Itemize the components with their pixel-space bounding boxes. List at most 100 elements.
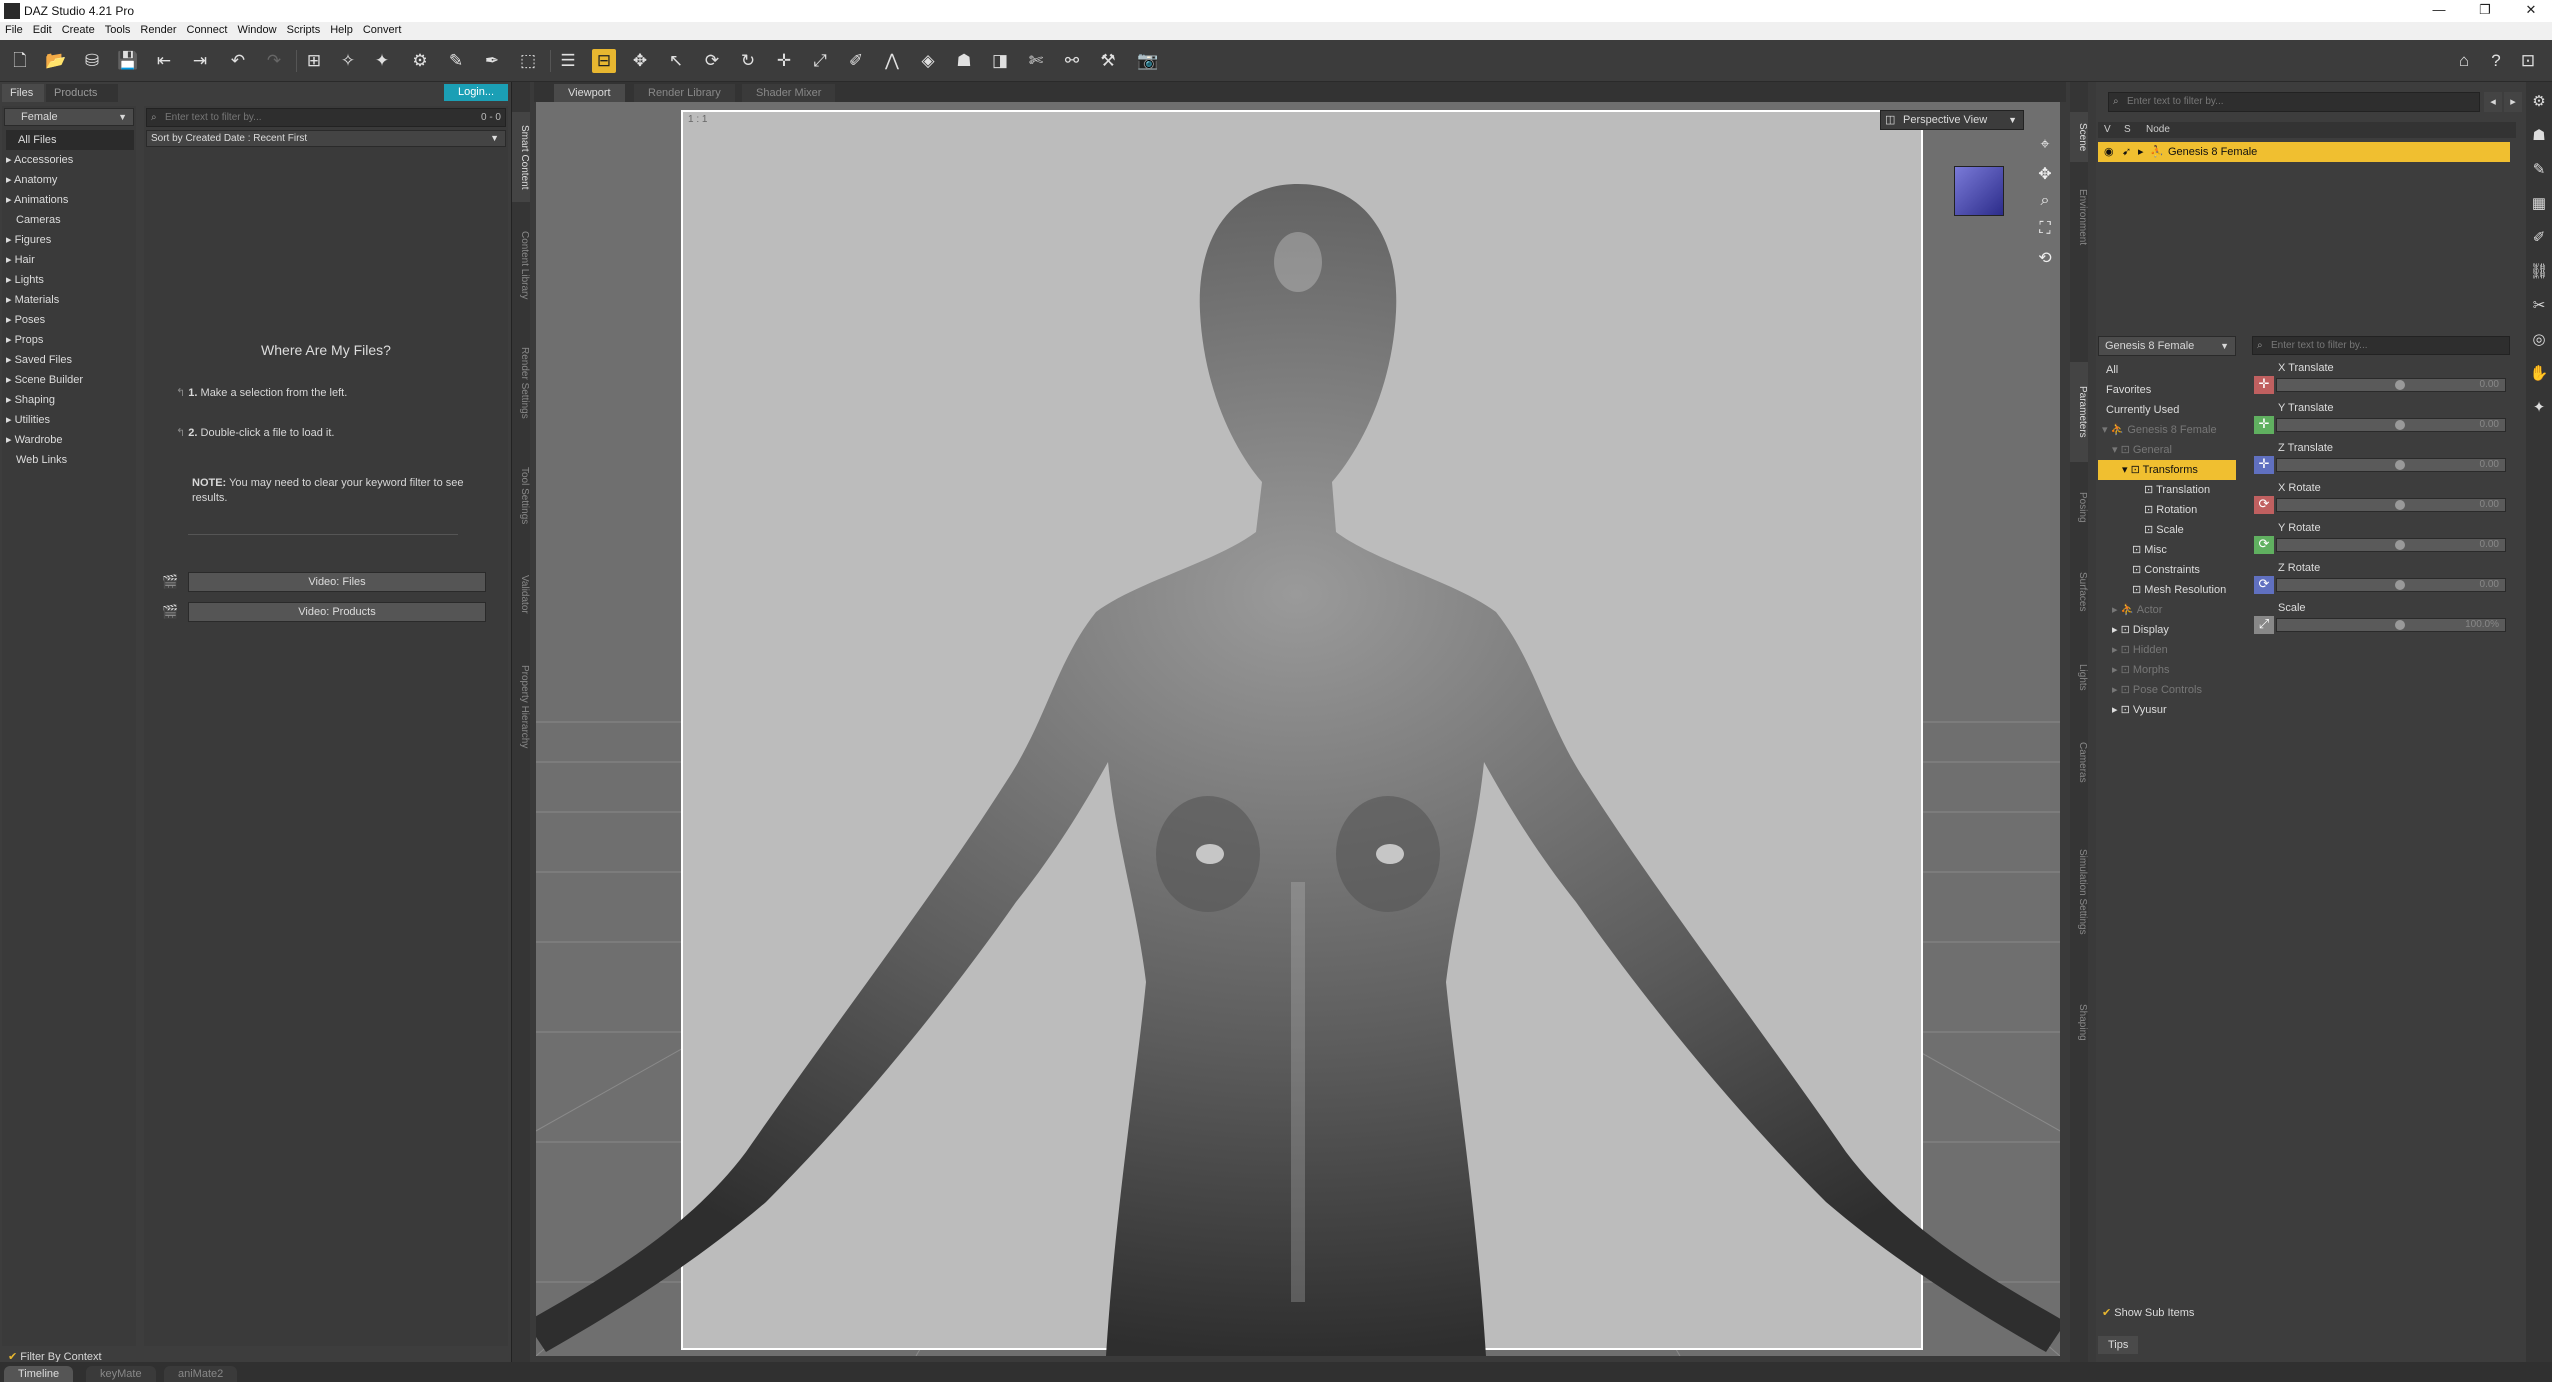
geometry-editor-icon[interactable]: ✒ [480, 49, 504, 73]
param-tree-item[interactable]: ▸ ⊡ Display [2098, 620, 2236, 640]
category-item[interactable]: ▸ Materials [6, 290, 134, 310]
universal-tool-icon[interactable]: ✥ [628, 49, 652, 73]
param-tree-item[interactable]: ⊡ Constraints [2098, 560, 2236, 580]
bone-tool-icon[interactable]: ✄ [1024, 49, 1048, 73]
tab-lights[interactable]: Lights [2070, 642, 2088, 712]
param-tree-item[interactable]: ⊡ Scale [2098, 520, 2236, 540]
region-icon[interactable]: ⬚ [516, 49, 540, 73]
menu-edit[interactable]: Edit [28, 22, 57, 38]
figure-tool-icon[interactable]: ☗ [952, 49, 976, 73]
export-icon[interactable]: ⇥ [188, 49, 212, 73]
eye-icon[interactable]: ◉ [2104, 142, 2114, 162]
settings-icon[interactable]: ✦ [2528, 398, 2550, 420]
tab-keymate[interactable]: keyMate [86, 1366, 156, 1382]
param-tree-item[interactable]: ⊡ Translation [2098, 480, 2236, 500]
tab-tool-settings[interactable]: Tool Settings [512, 446, 530, 546]
category-item[interactable]: ▸ Utilities [6, 410, 134, 430]
menu-tools[interactable]: Tools [100, 22, 136, 38]
tab-validator[interactable]: Validator [512, 554, 530, 634]
category-item[interactable]: ▸ Hair [6, 250, 134, 270]
arrow-left-icon[interactable]: ◂ [2484, 92, 2502, 112]
surface-selection-icon[interactable]: ✐ [844, 49, 868, 73]
login-button[interactable]: Login... [444, 84, 508, 101]
tab-cameras[interactable]: Cameras [2070, 722, 2088, 802]
param-tree-item[interactable]: ▸ ⊡ Morphs [2098, 660, 2236, 680]
menu-help[interactable]: Help [325, 22, 358, 38]
layout-icon[interactable]: ⊡ [2516, 49, 2540, 73]
select-icon[interactable]: ➹ [2122, 142, 2131, 162]
tab-viewport[interactable]: Viewport [554, 84, 625, 102]
tab-parameters[interactable]: Parameters [2070, 362, 2088, 462]
expand-arrow-icon[interactable]: ▸ [2138, 142, 2144, 162]
param-node-dropdown[interactable]: Genesis 8 Female ▼ [2098, 336, 2236, 356]
hair-icon[interactable]: ✎ [2528, 160, 2550, 182]
tab-files[interactable]: Files [2, 84, 44, 102]
category-item[interactable]: ▸ Anatomy [6, 170, 134, 190]
tab-timeline[interactable]: Timeline [4, 1366, 74, 1382]
sort-dropdown[interactable]: Sort by Created Date : Recent First ▼ [146, 130, 506, 147]
frame-icon[interactable]: ⛶ [2034, 220, 2056, 242]
restore-icon[interactable]: ❐ [2470, 2, 2500, 20]
tab-property-hierarchy[interactable]: Property Hierarchy [512, 642, 530, 772]
tool-icon[interactable]: ✂ [2528, 296, 2550, 318]
link-tool-icon[interactable]: ⚯ [1060, 49, 1084, 73]
magic-wand-icon[interactable]: ✧ [336, 49, 360, 73]
import-icon[interactable]: ⇤ [152, 49, 176, 73]
tips-tab[interactable]: Tips [2098, 1336, 2139, 1354]
param-tree-item[interactable]: ▸ ⊡ Vyusur [2098, 700, 2236, 720]
param-tree-item[interactable]: ⊡ Misc [2098, 540, 2236, 560]
3d-viewport[interactable]: 1 : 1 ◫ Perspective View ▼ ⌖ ✥ ⌕ ⛶ ⟲ [536, 102, 2060, 1356]
param-tree-item[interactable]: ▾ ⊡ General [2098, 440, 2236, 460]
save-icon[interactable]: 💾 [116, 49, 140, 73]
param-tree-item[interactable]: ▸ ⊡ Hidden [2098, 640, 2236, 660]
tab-content-library[interactable]: Content Library [512, 210, 530, 320]
z-translate-slider[interactable]: Z Translate ✛ 0.00 [2252, 440, 2510, 478]
param-tree-item[interactable]: ▸ ⛹ Actor [2098, 600, 2236, 620]
spot-render-icon[interactable]: ⋀ [880, 49, 904, 73]
menu-list-icon[interactable]: ☰ [556, 49, 580, 73]
category-item[interactable]: ▸ Shaping [6, 390, 134, 410]
merge-icon[interactable]: ⛁ [80, 49, 104, 73]
perspective-view-dropdown[interactable]: ◫ Perspective View ▼ [1880, 110, 2024, 130]
param-tree-item[interactable]: ⊡ Rotation [2098, 500, 2236, 520]
category-item[interactable]: ▸ Scene Builder [6, 370, 134, 390]
tab-animate2[interactable]: aniMate2 [164, 1366, 238, 1382]
arrow-right-icon[interactable]: ▸ [2504, 92, 2522, 112]
scale-tool-icon[interactable]: ⤢ [808, 49, 832, 73]
tab-simulation-settings[interactable]: Simulation Settings [2070, 812, 2088, 972]
tab-shaping[interactable]: Shaping [2070, 982, 2088, 1062]
category-item[interactable]: Web Links [6, 450, 134, 470]
tab-products[interactable]: Products [46, 84, 118, 102]
rotate-tool-icon[interactable]: ⟳ [700, 49, 724, 73]
category-item[interactable]: ▸ Lights [6, 270, 134, 290]
tab-posing[interactable]: Posing [2070, 472, 2088, 542]
menu-file[interactable]: File [0, 22, 28, 38]
create-primitive-icon[interactable]: ⊞ [302, 49, 326, 73]
scene-node-row[interactable]: ◉ ➹ ▸ ⛹ Genesis 8 Female [2098, 142, 2510, 162]
help-question-icon[interactable]: ? [2484, 49, 2508, 73]
x-rotate-slider[interactable]: X Rotate ⟳ 0.00 [2252, 480, 2510, 518]
video-files-button[interactable]: Video: Files [188, 572, 486, 592]
scale-slider[interactable]: Scale ⤢ 100.0% [2252, 600, 2510, 638]
translate-tool-icon[interactable]: ✛ [772, 49, 796, 73]
close-icon[interactable]: ✕ [2516, 2, 2546, 20]
node-selection-icon[interactable]: ↖ [664, 49, 688, 73]
orbit-icon[interactable]: ⌖ [2034, 136, 2056, 158]
category-item[interactable]: ▸ Props [6, 330, 134, 350]
category-item[interactable]: ▸ Poses [6, 310, 134, 330]
figure-icon[interactable]: ☗ [2528, 126, 2550, 148]
link-icon[interactable]: ⛓ [2528, 262, 2550, 284]
category-item[interactable]: ▸ Saved Files [6, 350, 134, 370]
param-tree-item[interactable]: All [2098, 360, 2236, 380]
target-icon[interactable]: ◎ [2528, 330, 2550, 352]
camera-tool-icon[interactable]: ◨ [988, 49, 1012, 73]
menu-create[interactable]: Create [57, 22, 100, 38]
sparkle-icon[interactable]: ✦ [370, 49, 394, 73]
file-filter-input[interactable]: ⌕ Enter text to filter by... 0 - 0 [146, 108, 506, 127]
tab-render-settings[interactable]: Render Settings [512, 328, 530, 438]
param-tree-item[interactable]: Currently Used [2098, 400, 2236, 420]
reset-view-icon[interactable]: ⟲ [2034, 248, 2056, 270]
category-item[interactable]: ▸ Animations [6, 190, 134, 210]
tab-shader-mixer[interactable]: Shader Mixer [742, 84, 836, 102]
twist-tool-icon[interactable]: ↻ [736, 49, 760, 73]
